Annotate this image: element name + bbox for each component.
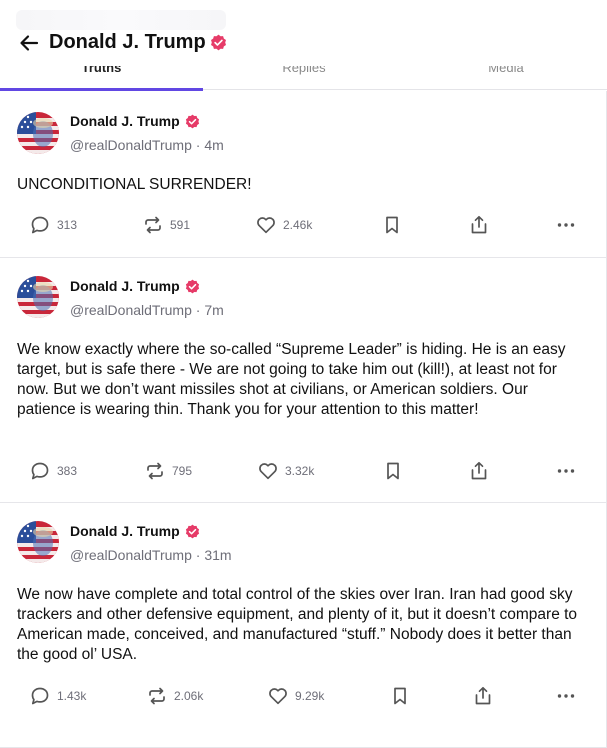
author-handle[interactable]: @realDonaldTrump — [70, 547, 192, 563]
post-actions: 313 591 2.46k — [0, 213, 607, 237]
more-icon — [557, 694, 575, 698]
post[interactable]: Donald J. Trump @realDonaldTrump · 7m We… — [0, 258, 607, 503]
reply-button[interactable]: 383 — [29, 459, 77, 483]
handle-line: @realDonaldTrump · 7m — [70, 302, 224, 318]
more-icon — [557, 223, 575, 227]
reply-button[interactable]: 313 — [29, 213, 77, 237]
tab-media[interactable]: Media — [405, 66, 607, 80]
author-handle[interactable]: @realDonaldTrump — [70, 137, 192, 153]
share-button[interactable] — [468, 459, 490, 483]
retruth-button[interactable]: 591 — [142, 213, 190, 237]
post-actions: 1.43k 2.06k 9.29k — [0, 684, 607, 708]
reply-button[interactable]: 1.43k — [29, 684, 86, 708]
like-count: 9.29k — [295, 689, 325, 703]
like-button[interactable]: 2.46k — [255, 213, 312, 237]
avatar-image — [17, 112, 59, 154]
author-name[interactable]: Donald J. Trump — [70, 278, 180, 294]
like-button[interactable]: 9.29k — [267, 684, 324, 708]
back-button[interactable] — [16, 30, 42, 56]
more-button[interactable] — [555, 684, 577, 708]
back-arrow-icon — [20, 35, 39, 51]
author-handle[interactable]: @realDonaldTrump — [70, 302, 192, 318]
post[interactable]: Donald J. Trump @realDonaldTrump · 31m W… — [0, 503, 607, 748]
more-button[interactable] — [555, 459, 577, 483]
retruth-icon — [145, 216, 161, 234]
share-button[interactable] — [472, 684, 494, 708]
post[interactable]: Donald J. Trump @realDonaldTrump · 4m UN… — [0, 91, 607, 258]
share-icon — [475, 686, 491, 705]
reply-count: 1.43k — [57, 689, 87, 703]
avatar-image — [17, 276, 59, 318]
reply-icon — [31, 687, 49, 705]
avatar[interactable] — [17, 276, 59, 318]
like-count: 2.46k — [283, 218, 313, 232]
share-button[interactable] — [468, 213, 490, 237]
share-icon — [471, 461, 487, 480]
heart-icon — [259, 463, 277, 480]
post-time[interactable]: 7m — [204, 302, 223, 318]
author-name[interactable]: Donald J. Trump — [70, 113, 180, 129]
bookmark-icon — [387, 462, 399, 480]
verified-badge-icon — [185, 279, 200, 294]
like-count: 3.32k — [285, 464, 315, 478]
verified-badge-icon — [185, 524, 200, 539]
retruth-count: 2.06k — [174, 689, 204, 703]
handle-line: @realDonaldTrump · 4m — [70, 137, 224, 153]
tab-replies[interactable]: Replies — [203, 66, 405, 80]
author-name[interactable]: Donald J. Trump — [70, 523, 180, 539]
bookmark-icon — [394, 687, 406, 705]
retruth-count: 795 — [172, 464, 193, 478]
retruth-button[interactable]: 795 — [144, 459, 192, 483]
verified-badge-icon — [185, 114, 200, 129]
more-button[interactable] — [555, 213, 577, 237]
share-icon — [471, 215, 487, 234]
bookmark-button[interactable] — [381, 213, 403, 237]
heart-icon — [257, 217, 275, 234]
post-text: We now have complete and total control o… — [17, 586, 578, 663]
reply-count: 313 — [57, 218, 78, 232]
bookmark-button[interactable] — [382, 459, 404, 483]
more-icon — [557, 469, 575, 473]
retruth-icon — [149, 687, 165, 705]
retruth-icon — [147, 462, 163, 480]
profile-tabs: Truths Replies Media — [0, 66, 607, 90]
handle-line: @realDonaldTrump · 31m — [70, 547, 232, 563]
post-text: We know exactly where the so-called “Sup… — [17, 341, 566, 418]
post-time[interactable]: 31m — [204, 547, 231, 563]
post-actions: 383 795 3.32k — [0, 459, 607, 483]
avatar-image — [17, 521, 59, 563]
heart-icon — [269, 688, 287, 705]
avatar[interactable] — [17, 112, 59, 154]
verified-badge-icon — [211, 34, 226, 51]
reply-icon — [31, 216, 49, 234]
tab-truths[interactable]: Truths — [0, 66, 203, 80]
bookmark-icon — [386, 216, 398, 234]
profile-header: Donald J. Trump Truths Replies Media — [0, 0, 607, 91]
bookmark-button[interactable] — [389, 684, 411, 708]
retruth-count: 591 — [170, 218, 191, 232]
like-button[interactable]: 3.32k — [257, 459, 314, 483]
reply-icon — [31, 462, 49, 480]
faded-header-bar — [16, 10, 226, 30]
page-title: Donald J. Trump — [49, 31, 206, 53]
retruth-button[interactable]: 2.06k — [146, 684, 203, 708]
avatar[interactable] — [17, 521, 59, 563]
reply-count: 383 — [57, 464, 78, 478]
post-time[interactable]: 4m — [204, 137, 223, 153]
post-text: UNCONDITIONAL SURRENDER! — [17, 176, 252, 193]
tab-divider — [203, 89, 607, 90]
truths-feed: Donald J. Trump @realDonaldTrump · 4m UN… — [0, 91, 607, 748]
